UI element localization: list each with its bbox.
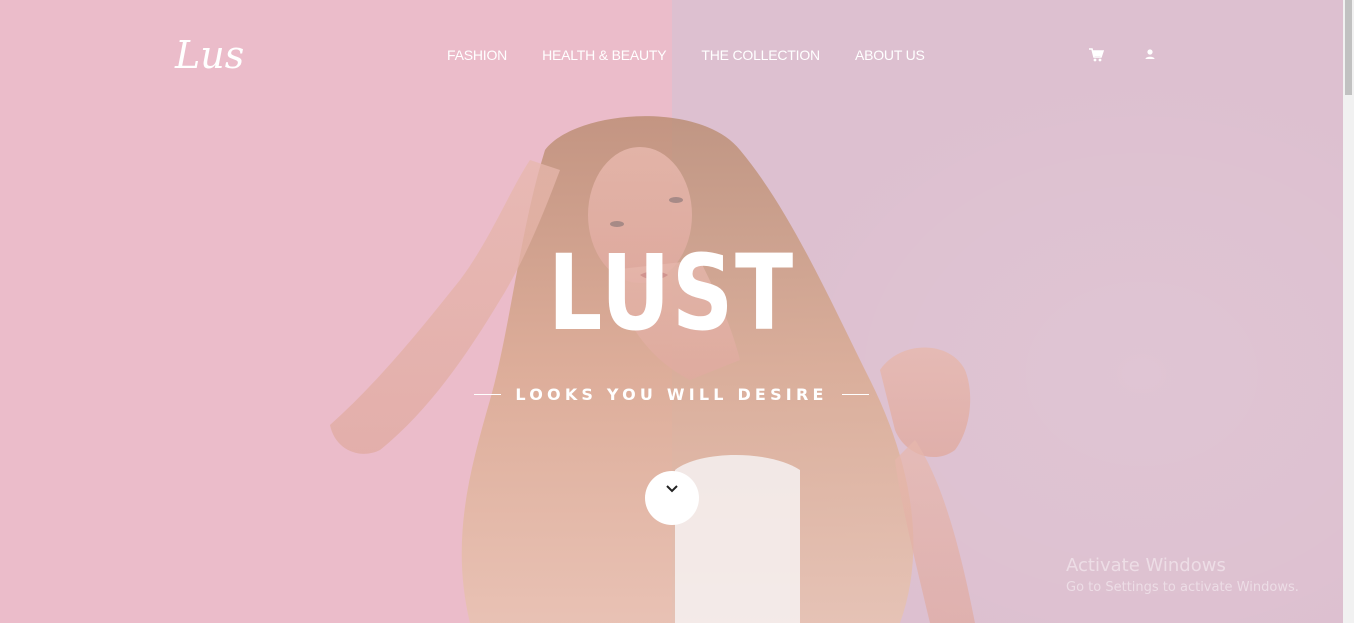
nav-item-fashion[interactable]: FASHION: [447, 47, 507, 63]
activate-windows-subtitle: Go to Settings to activate Windows.: [1066, 580, 1299, 595]
lust-logo[interactable]: Lust: [173, 28, 245, 82]
nav-item-the-collection[interactable]: THE COLLECTION: [701, 47, 820, 63]
activate-windows-title: Activate Windows: [1066, 555, 1226, 576]
hero-title: LUST: [548, 232, 795, 354]
user-icon[interactable]: [1142, 47, 1158, 63]
nav-item-about-us[interactable]: ABOUT US: [855, 47, 925, 63]
tagline: LOOKS YOU WILL DESIRE: [515, 385, 828, 404]
scrollbar-thumb[interactable]: [1345, 0, 1352, 95]
tagline-left-rule: [474, 394, 502, 395]
main-nav: FASHION HEALTH & BEAUTY THE COLLECTION A…: [447, 47, 960, 63]
tagline-right-rule: [841, 394, 869, 395]
hero-section: Lust FASHION HEALTH & BEAUTY THE COLLECT…: [0, 0, 1343, 623]
page-scrollbar[interactable]: [1343, 0, 1354, 623]
scroll-down-button[interactable]: [645, 471, 699, 525]
cart-icon[interactable]: [1088, 47, 1104, 63]
nav-item-health-beauty[interactable]: HEALTH & BEAUTY: [542, 47, 667, 63]
chevron-down-icon: [666, 485, 678, 493]
logo-text: Lust: [174, 33, 245, 77]
tagline-row: LOOKS YOU WILL DESIRE: [0, 385, 1343, 404]
